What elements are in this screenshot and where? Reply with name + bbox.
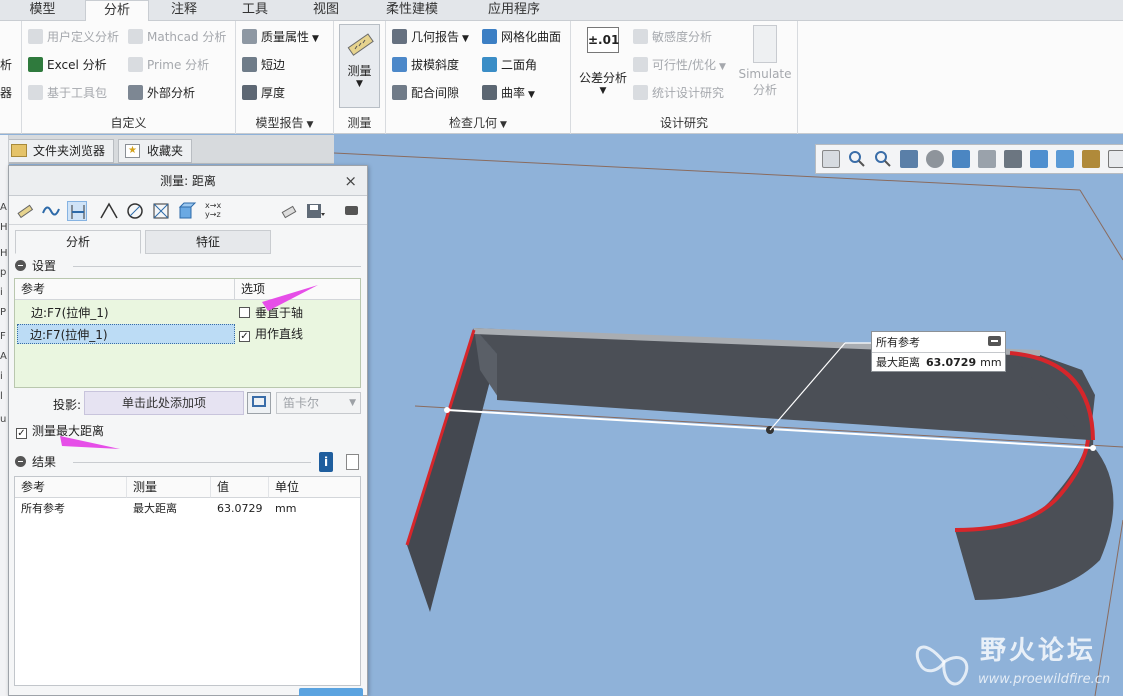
watermark-url: www.proewildfire.cn <box>978 672 1111 687</box>
forum-watermark: 野火论坛 www.proewildfire.cn <box>912 628 1123 696</box>
annotation-overlay <box>60 285 318 449</box>
watermark-text: 野火论坛 <box>980 636 1097 666</box>
annotation-arrow <box>60 436 120 449</box>
annotation-arrow <box>262 285 318 311</box>
butterfly-logo-icon <box>915 645 969 686</box>
